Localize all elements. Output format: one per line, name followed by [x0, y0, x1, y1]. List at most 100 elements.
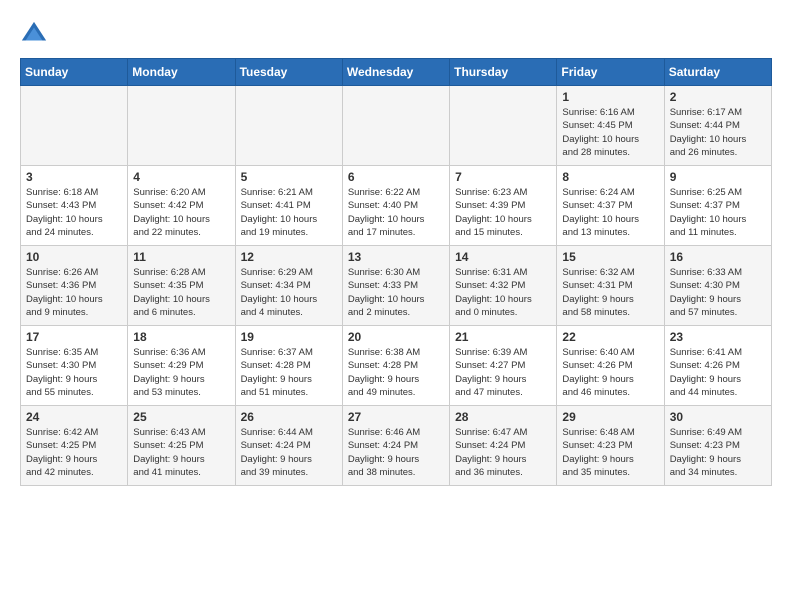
day-cell: 7Sunrise: 6:23 AM Sunset: 4:39 PM Daylig… — [450, 166, 557, 246]
day-info: Sunrise: 6:23 AM Sunset: 4:39 PM Dayligh… — [455, 186, 551, 239]
day-number: 19 — [241, 330, 337, 344]
day-number: 17 — [26, 330, 122, 344]
day-info: Sunrise: 6:17 AM Sunset: 4:44 PM Dayligh… — [670, 106, 766, 159]
day-info: Sunrise: 6:32 AM Sunset: 4:31 PM Dayligh… — [562, 266, 658, 319]
day-info: Sunrise: 6:36 AM Sunset: 4:29 PM Dayligh… — [133, 346, 229, 399]
day-cell: 27 Sunrise: 6:46 AM Sunset: 4:24 PM Dayli… — [342, 406, 449, 486]
day-info: Sunrise: 6:28 AM Sunset: 4:35 PM Dayligh… — [133, 266, 229, 319]
day-cell: 13 Sunrise: 6:30 AM Sunset: 4:33 PM Dayli… — [342, 246, 449, 326]
day-info: Sunrise: 6:39 AM Sunset: 4:27 PM Dayligh… — [455, 346, 551, 399]
col-header-thursday: Thursday — [450, 59, 557, 86]
day-info: Sunrise: 6:20 AM Sunset: 4:42 PM Dayligh… — [133, 186, 229, 239]
day-number: 21 — [455, 330, 551, 344]
day-info: Sunrise: 6:31 AM Sunset: 4:32 PM Dayligh… — [455, 266, 551, 319]
day-number: 25 — [133, 410, 229, 424]
day-cell: 22 Sunrise: 6:40 AM Sunset: 4:26 PM Dayli… — [557, 326, 664, 406]
week-row-4: 17 Sunrise: 6:35 AM Sunset: 4:30 PM Dayli… — [21, 326, 772, 406]
day-number: 9 — [670, 170, 766, 184]
day-cell — [450, 86, 557, 166]
col-header-sunday: Sunday — [21, 59, 128, 86]
day-info: Sunrise: 6:33 AM Sunset: 4:30 PM Dayligh… — [670, 266, 766, 319]
col-header-friday: Friday — [557, 59, 664, 86]
day-number: 8 — [562, 170, 658, 184]
day-cell: 25 Sunrise: 6:43 AM Sunset: 4:25 PM Dayli… — [128, 406, 235, 486]
day-number: 18 — [133, 330, 229, 344]
day-cell: 23Sunrise: 6:41 AM Sunset: 4:26 PM Dayli… — [664, 326, 771, 406]
day-number: 6 — [348, 170, 444, 184]
day-cell: 30Sunrise: 6:49 AM Sunset: 4:23 PM Dayli… — [664, 406, 771, 486]
page-header — [20, 20, 772, 48]
day-number: 29 — [562, 410, 658, 424]
day-info: Sunrise: 6:30 AM Sunset: 4:33 PM Dayligh… — [348, 266, 444, 319]
day-info: Sunrise: 6:47 AM Sunset: 4:24 PM Dayligh… — [455, 426, 551, 479]
day-cell: 17 Sunrise: 6:35 AM Sunset: 4:30 PM Dayli… — [21, 326, 128, 406]
col-header-monday: Monday — [128, 59, 235, 86]
day-info: Sunrise: 6:41 AM Sunset: 4:26 PM Dayligh… — [670, 346, 766, 399]
col-header-tuesday: Tuesday — [235, 59, 342, 86]
day-cell: 5Sunrise: 6:21 AM Sunset: 4:41 PM Daylig… — [235, 166, 342, 246]
day-cell: 4 Sunrise: 6:20 AM Sunset: 4:42 PM Daylig… — [128, 166, 235, 246]
day-number: 12 — [241, 250, 337, 264]
day-info: Sunrise: 6:38 AM Sunset: 4:28 PM Dayligh… — [348, 346, 444, 399]
day-number: 2 — [670, 90, 766, 104]
day-info: Sunrise: 6:35 AM Sunset: 4:30 PM Dayligh… — [26, 346, 122, 399]
day-info: Sunrise: 6:29 AM Sunset: 4:34 PM Dayligh… — [241, 266, 337, 319]
day-cell: 28 Sunrise: 6:47 AM Sunset: 4:24 PM Dayli… — [450, 406, 557, 486]
day-cell: 26Sunrise: 6:44 AM Sunset: 4:24 PM Dayli… — [235, 406, 342, 486]
day-info: Sunrise: 6:22 AM Sunset: 4:40 PM Dayligh… — [348, 186, 444, 239]
day-cell: 29 Sunrise: 6:48 AM Sunset: 4:23 PM Dayli… — [557, 406, 664, 486]
day-cell: 6 Sunrise: 6:22 AM Sunset: 4:40 PM Daylig… — [342, 166, 449, 246]
day-info: Sunrise: 6:26 AM Sunset: 4:36 PM Dayligh… — [26, 266, 122, 319]
day-number: 22 — [562, 330, 658, 344]
day-cell: 3 Sunrise: 6:18 AM Sunset: 4:43 PM Daylig… — [21, 166, 128, 246]
day-number: 26 — [241, 410, 337, 424]
day-info: Sunrise: 6:40 AM Sunset: 4:26 PM Dayligh… — [562, 346, 658, 399]
day-number: 27 — [348, 410, 444, 424]
day-info: Sunrise: 6:49 AM Sunset: 4:23 PM Dayligh… — [670, 426, 766, 479]
day-cell: 12 Sunrise: 6:29 AM Sunset: 4:34 PM Dayli… — [235, 246, 342, 326]
header-row: SundayMondayTuesdayWednesdayThursdayFrid… — [21, 59, 772, 86]
day-number: 11 — [133, 250, 229, 264]
week-row-5: 24Sunrise: 6:42 AM Sunset: 4:25 PM Dayli… — [21, 406, 772, 486]
day-info: Sunrise: 6:43 AM Sunset: 4:25 PM Dayligh… — [133, 426, 229, 479]
day-cell — [21, 86, 128, 166]
day-number: 20 — [348, 330, 444, 344]
day-cell: 20 Sunrise: 6:38 AM Sunset: 4:28 PM Dayli… — [342, 326, 449, 406]
col-header-saturday: Saturday — [664, 59, 771, 86]
day-cell: 18 Sunrise: 6:36 AM Sunset: 4:29 PM Dayli… — [128, 326, 235, 406]
day-info: Sunrise: 6:24 AM Sunset: 4:37 PM Dayligh… — [562, 186, 658, 239]
week-row-3: 10 Sunrise: 6:26 AM Sunset: 4:36 PM Dayli… — [21, 246, 772, 326]
day-cell: 15 Sunrise: 6:32 AM Sunset: 4:31 PM Dayli… — [557, 246, 664, 326]
day-cell — [235, 86, 342, 166]
day-cell: 1Sunrise: 6:16 AM Sunset: 4:45 PM Daylig… — [557, 86, 664, 166]
day-number: 4 — [133, 170, 229, 184]
day-info: Sunrise: 6:16 AM Sunset: 4:45 PM Dayligh… — [562, 106, 658, 159]
day-cell: 24Sunrise: 6:42 AM Sunset: 4:25 PM Dayli… — [21, 406, 128, 486]
day-info: Sunrise: 6:18 AM Sunset: 4:43 PM Dayligh… — [26, 186, 122, 239]
day-number: 28 — [455, 410, 551, 424]
day-number: 10 — [26, 250, 122, 264]
day-cell: 16 Sunrise: 6:33 AM Sunset: 4:30 PM Dayli… — [664, 246, 771, 326]
week-row-1: 1Sunrise: 6:16 AM Sunset: 4:45 PM Daylig… — [21, 86, 772, 166]
calendar-table: SundayMondayTuesdayWednesdayThursdayFrid… — [20, 58, 772, 486]
day-number: 3 — [26, 170, 122, 184]
logo — [20, 20, 52, 48]
day-cell: 8 Sunrise: 6:24 AM Sunset: 4:37 PM Daylig… — [557, 166, 664, 246]
logo-icon — [20, 20, 48, 48]
day-number: 16 — [670, 250, 766, 264]
day-cell: 9 Sunrise: 6:25 AM Sunset: 4:37 PM Daylig… — [664, 166, 771, 246]
day-info: Sunrise: 6:37 AM Sunset: 4:28 PM Dayligh… — [241, 346, 337, 399]
day-cell: 2 Sunrise: 6:17 AM Sunset: 4:44 PM Daylig… — [664, 86, 771, 166]
day-number: 15 — [562, 250, 658, 264]
day-info: Sunrise: 6:25 AM Sunset: 4:37 PM Dayligh… — [670, 186, 766, 239]
day-info: Sunrise: 6:46 AM Sunset: 4:24 PM Dayligh… — [348, 426, 444, 479]
day-cell: 14 Sunrise: 6:31 AM Sunset: 4:32 PM Dayli… — [450, 246, 557, 326]
day-number: 13 — [348, 250, 444, 264]
day-cell: 11 Sunrise: 6:28 AM Sunset: 4:35 PM Dayli… — [128, 246, 235, 326]
day-cell: 19 Sunrise: 6:37 AM Sunset: 4:28 PM Dayli… — [235, 326, 342, 406]
day-cell: 21 Sunrise: 6:39 AM Sunset: 4:27 PM Dayli… — [450, 326, 557, 406]
day-info: Sunrise: 6:48 AM Sunset: 4:23 PM Dayligh… — [562, 426, 658, 479]
week-row-2: 3 Sunrise: 6:18 AM Sunset: 4:43 PM Daylig… — [21, 166, 772, 246]
col-header-wednesday: Wednesday — [342, 59, 449, 86]
day-number: 14 — [455, 250, 551, 264]
